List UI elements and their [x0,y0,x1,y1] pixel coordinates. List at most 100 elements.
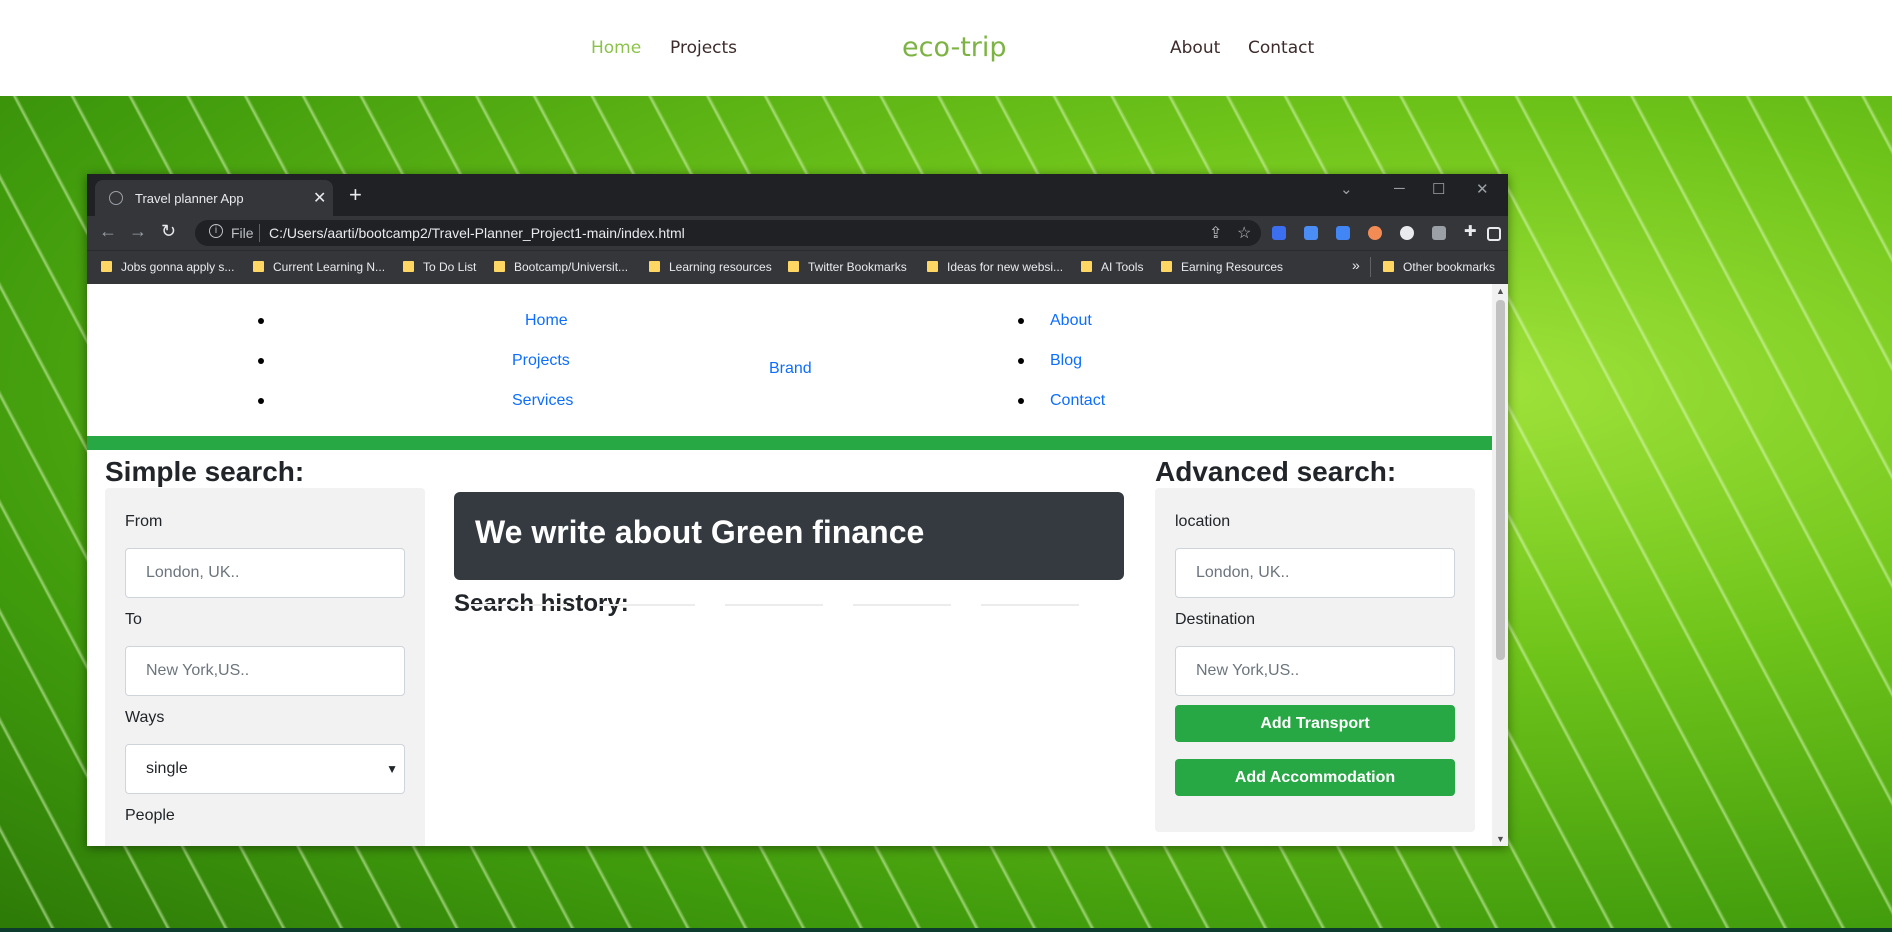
location-input[interactable]: London, UK.. [1175,548,1455,598]
folder-icon [788,261,799,272]
people-label: People [125,807,175,824]
add-accommodation-button[interactable]: Add Accommodation [1175,759,1455,796]
advanced-search-heading: Advanced search: [1155,456,1397,487]
folder-icon [403,261,414,272]
folder-icon [101,261,112,272]
close-window-icon[interactable]: ✕ [1476,180,1489,198]
back-arrow-icon[interactable]: ← [99,221,117,242]
scroll-down-arrow-icon[interactable]: ▼ [1496,834,1505,844]
simple-search-panel: From London, UK.. To New York,US.. Ways … [105,488,425,846]
browser-toolbar: ← → ↻ i File C:/Users/aarti/bootcamp2/Tr… [87,216,1508,250]
site-nav-home[interactable]: Home [591,38,641,58]
hero-banner: We write about Green finance [454,492,1124,580]
bookmarks-divider [1370,257,1371,277]
history-item[interactable] [597,604,695,606]
url-scheme: File [231,225,254,241]
extension-flame-icon[interactable] [1368,226,1382,240]
folder-icon [927,261,938,272]
site-brand-logo[interactable]: eco-trip [902,32,1007,63]
tab-title: Travel planner App [135,191,244,206]
to-input[interactable]: New York,US.. [125,646,405,696]
folder-icon [253,261,264,272]
site-nav-projects[interactable]: Projects [670,38,737,58]
bookmark-folder[interactable]: Earning Resources [1161,260,1283,274]
bookmark-star-icon[interactable]: ☆ [1237,223,1251,243]
bookmark-folder[interactable]: Bootcamp/Universit... [494,260,628,274]
bookmark-folder[interactable]: AI Tools [1081,260,1143,274]
from-label: From [125,513,163,530]
info-icon[interactable]: i [209,224,223,238]
bookmark-folder[interactable]: Current Learning N... [253,260,385,274]
destination-label: Destination [1175,611,1256,628]
list-bullet [258,398,264,404]
extension-circle-icon[interactable] [1400,226,1414,240]
folder-icon [494,261,505,272]
extension-video-icon[interactable] [1304,226,1318,240]
site-header: Home Projects eco-trip About Contact [0,0,1892,96]
omnibox-divider [259,224,260,242]
history-item[interactable] [469,604,567,606]
url-text[interactable]: C:/Users/aarti/bootcamp2/Travel-Planner_… [269,225,685,241]
extension-camera-icon[interactable] [1432,226,1446,240]
tab-strip: Travel planner App ✕ + ⌄ ─ ☐ ✕ [87,174,1508,216]
share-icon[interactable]: ⇪ [1209,223,1222,243]
reload-icon[interactable]: ↻ [161,221,176,242]
browser-window: Travel planner App ✕ + ⌄ ─ ☐ ✕ ← → ↻ i F… [87,174,1508,846]
page-nav-contact[interactable]: Contact [1050,392,1105,410]
forward-arrow-icon[interactable]: → [129,221,147,242]
bookmark-folder[interactable]: Jobs gonna apply s... [101,260,234,274]
extensions-puzzle-icon[interactable]: ✚ [1464,222,1478,240]
history-item[interactable] [853,604,951,606]
page-nav-services[interactable]: Services [512,392,573,410]
extension-docs-icon[interactable] [1336,226,1350,240]
list-bullet [1018,318,1024,324]
page-scrollbar[interactable]: ▲ ▼ [1492,284,1508,846]
ways-select[interactable]: single ▼ [125,744,405,794]
close-tab-icon[interactable]: ✕ [313,188,326,208]
bookmarks-overflow-button[interactable]: » [1352,257,1360,273]
bottom-edge [0,928,1892,932]
extension-shield-icon[interactable] [1272,226,1286,240]
scrollbar-thumb[interactable] [1496,300,1505,660]
history-item[interactable] [981,604,1079,606]
bookmark-folder[interactable]: Ideas for new websi... [927,260,1063,274]
bookmark-folder[interactable]: Learning resources [649,260,772,274]
advanced-search-panel: location London, UK.. Destination New Yo… [1155,488,1475,832]
side-panel-icon[interactable] [1487,227,1501,241]
add-transport-button[interactable]: Add Transport [1175,705,1455,742]
green-divider-bar [87,436,1492,450]
page-nav-blog[interactable]: Blog [1050,352,1082,370]
bookmark-folder[interactable]: Twitter Bookmarks [788,260,907,274]
site-nav-contact[interactable]: Contact [1248,38,1314,58]
hero-text: We write about Green finance [475,514,925,550]
new-tab-button[interactable]: + [349,182,362,208]
history-item[interactable] [725,604,823,606]
bookmarks-bar: Jobs gonna apply s... Current Learning N… [87,250,1508,285]
tab-search-chevron-icon[interactable]: ⌄ [1340,180,1353,198]
list-bullet [258,358,264,364]
page-nav-about[interactable]: About [1050,312,1092,330]
list-bullet [1018,358,1024,364]
bookmark-folder[interactable]: To Do List [403,260,476,274]
destination-input[interactable]: New York,US.. [1175,646,1455,696]
to-label: To [125,611,142,628]
from-input[interactable]: London, UK.. [125,548,405,598]
ways-selected-value: single [146,760,188,777]
maximize-icon[interactable]: ☐ [1432,180,1445,198]
globe-icon [109,191,123,205]
list-bullet [258,318,264,324]
site-nav-about[interactable]: About [1170,38,1220,58]
page-nav-home[interactable]: Home [525,312,568,330]
browser-tab[interactable]: Travel planner App ✕ [95,180,333,216]
location-label: location [1175,513,1231,530]
ways-label: Ways [125,709,165,726]
other-bookmarks-folder[interactable]: Other bookmarks [1383,260,1495,274]
scroll-up-arrow-icon[interactable]: ▲ [1496,286,1505,296]
folder-icon [1383,261,1394,272]
minimize-icon[interactable]: ─ [1394,180,1405,197]
simple-search-heading: Simple search: [105,456,305,487]
page-nav-projects[interactable]: Projects [512,352,570,370]
address-bar[interactable]: i File C:/Users/aarti/bootcamp2/Travel-P… [195,220,1261,246]
page-brand-link[interactable]: Brand [769,360,812,378]
folder-icon [1161,261,1172,272]
